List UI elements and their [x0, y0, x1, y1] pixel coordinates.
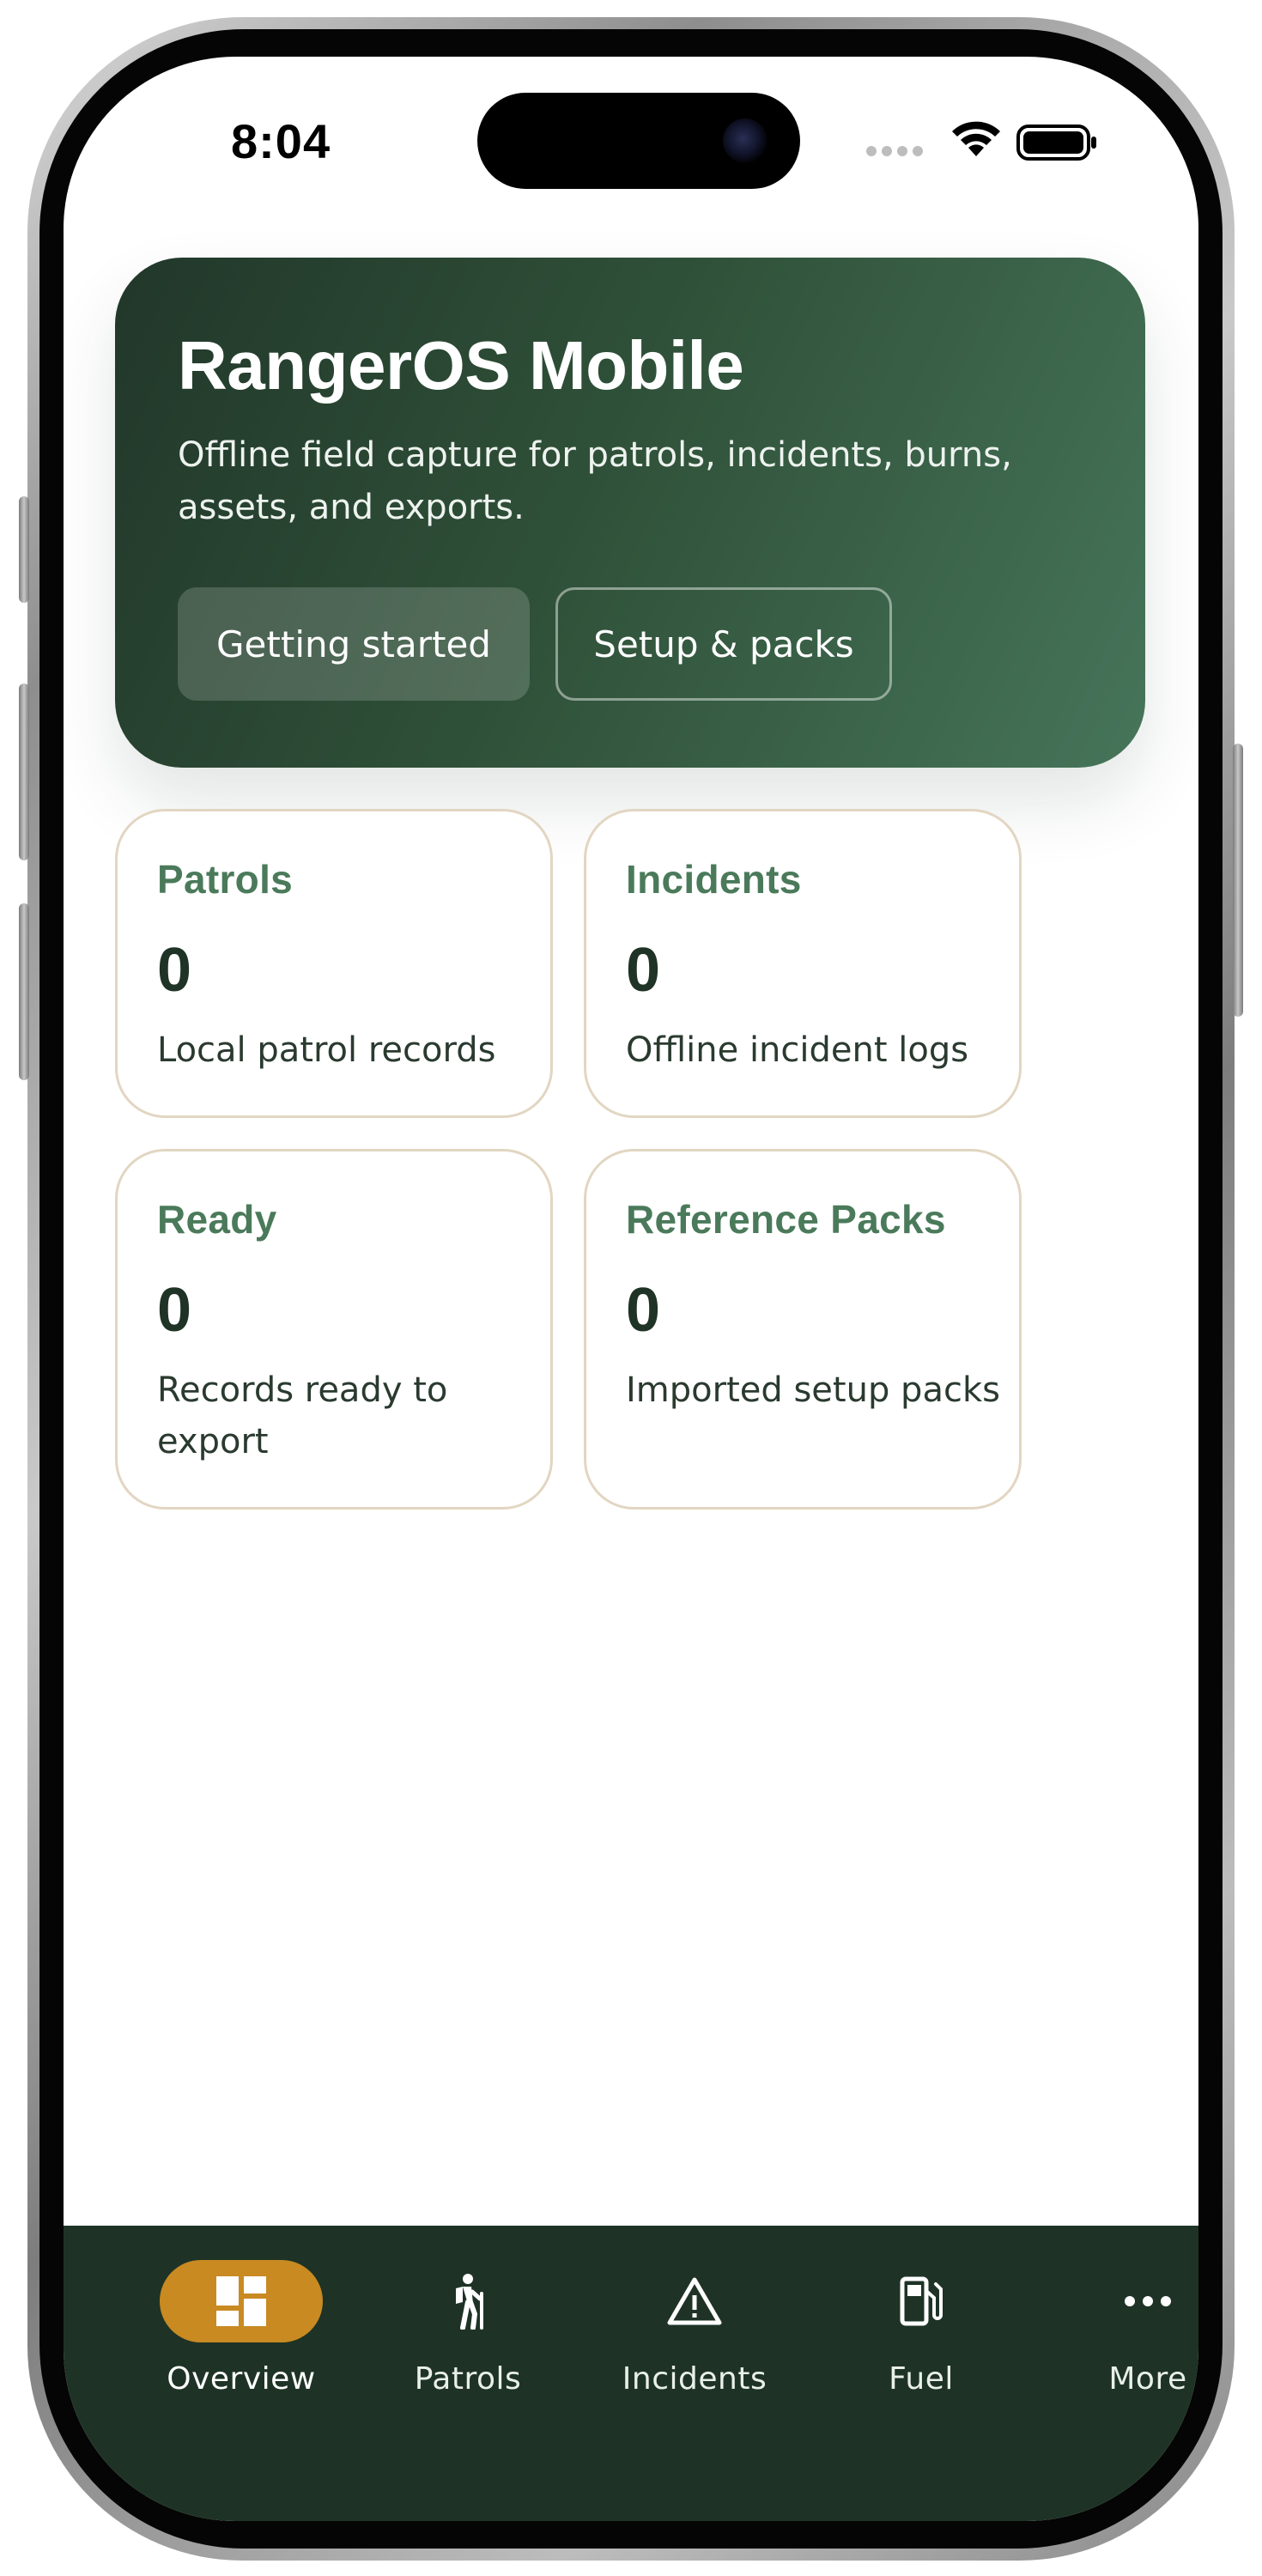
stat-card-reference-packs[interactable]: Reference Packs 0 Imported setup packs: [584, 1149, 1022, 1510]
hero-card: RangerOS Mobile Offline field capture fo…: [115, 258, 1145, 768]
tab-fuel[interactable]: Fuel: [818, 2260, 1024, 2415]
dynamic-island: [477, 93, 800, 189]
tab-overview[interactable]: Overview: [138, 2260, 344, 2415]
fuel-pump-icon: [900, 2276, 943, 2326]
tab-label: Incidents: [622, 2361, 768, 2397]
tab-label: Patrols: [414, 2361, 522, 2397]
stat-card-patrols[interactable]: Patrols 0 Local patrol records: [115, 809, 553, 1118]
stat-title: Reference Packs: [626, 1197, 946, 1242]
stat-description: Records ready to export: [157, 1370, 448, 1461]
tab-label: More: [1108, 2361, 1187, 2397]
stat-value: 0: [157, 936, 192, 1005]
tab-icon-pill: [386, 2260, 549, 2342]
volume-up-button: [19, 683, 29, 860]
tab-incidents[interactable]: Incidents: [592, 2260, 798, 2415]
stat-description: Offline incident logs: [626, 1030, 969, 1070]
status-bar: 8:04: [64, 57, 1198, 211]
more-icon: [1125, 2296, 1171, 2306]
tab-icon-pill: [1066, 2260, 1198, 2342]
setup-packs-button[interactable]: Setup & packs: [555, 587, 892, 701]
tab-label: Overview: [167, 2361, 316, 2397]
stat-title: Patrols: [157, 857, 294, 902]
battery-icon: [1016, 125, 1096, 161]
tab-patrols[interactable]: Patrols: [365, 2260, 571, 2415]
tab-icon-pill: [613, 2260, 776, 2342]
stat-card-ready[interactable]: Ready 0 Records ready to export: [115, 1149, 553, 1510]
tab-icon-pill: [160, 2260, 323, 2342]
tab-more[interactable]: More: [1045, 2260, 1198, 2415]
bottom-tab-bar: Overview Patrols Incidents Fuel More: [64, 2226, 1198, 2521]
stat-description: Imported setup packs: [626, 1370, 1000, 1410]
volume-down-button: [19, 903, 29, 1080]
hiker-icon: [456, 2274, 483, 2330]
power-button: [1233, 744, 1243, 1017]
tab-icon-pill: [840, 2260, 1003, 2342]
stat-card-incidents[interactable]: Incidents 0 Offline incident logs: [584, 809, 1022, 1118]
stat-value: 0: [157, 1276, 192, 1345]
stat-description: Local patrol records: [157, 1030, 496, 1070]
app-subtitle: Offline field capture for patrols, incid…: [178, 435, 1012, 527]
app-screen: 8:04 RangerOS Mobile Offline field captu…: [64, 57, 1198, 2521]
dashboard-icon: [216, 2276, 266, 2326]
cellular-signal-icon: [866, 146, 923, 156]
stat-value: 0: [626, 1276, 661, 1345]
status-time: 8:04: [231, 114, 331, 168]
action-button: [19, 496, 29, 603]
stat-title: Ready: [157, 1197, 277, 1242]
tab-label: Fuel: [889, 2361, 954, 2397]
stat-value: 0: [626, 936, 661, 1005]
wifi-icon: [952, 121, 1000, 156]
front-camera-icon: [723, 118, 768, 163]
app-title: RangerOS Mobile: [178, 327, 744, 404]
warning-icon: [667, 2277, 722, 2325]
getting-started-button[interactable]: Getting started: [178, 587, 530, 701]
stat-title: Incidents: [626, 857, 802, 902]
